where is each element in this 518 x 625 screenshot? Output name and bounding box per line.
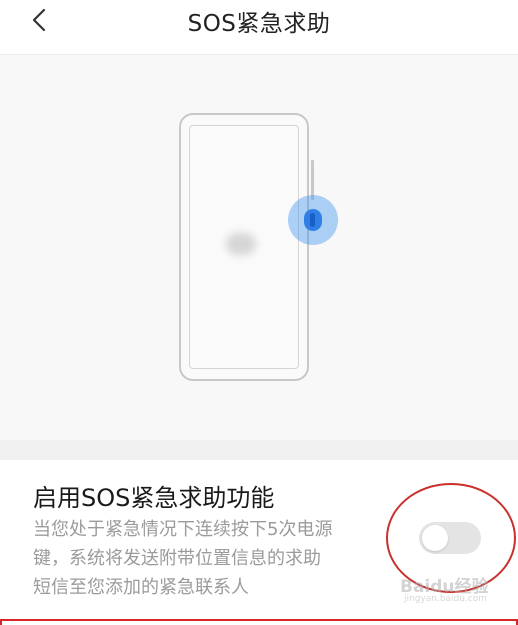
- page-title: SOS紧急求助: [187, 11, 331, 37]
- annotation-frame: [0, 619, 518, 625]
- setting-description-line: 键，系统将发送附带位置信息的求助: [33, 548, 321, 569]
- watermark-subtext: jingyan.baidu.com: [404, 594, 488, 604]
- sos-illustration: [0, 55, 518, 440]
- blurred-placeholder: [226, 233, 256, 255]
- press-point-core-icon: [310, 213, 315, 227]
- setting-description: 当您处于紧急情况下连续按下5次电源 键，系统将发送附带位置信息的求助 短信至您添…: [33, 515, 393, 602]
- setting-description-line: 短信至您添加的紧急联系人: [33, 577, 249, 598]
- setting-title: 启用SOS紧急求助功能: [33, 484, 275, 512]
- section-gap: [0, 440, 518, 460]
- power-key-icon: [311, 160, 314, 200]
- setting-description-line: 当您处于紧急情况下连续按下5次电源: [33, 519, 333, 540]
- baidu-watermark: Baidu经验 jingyan.baidu.com: [400, 572, 512, 612]
- sos-settings-screen: SOS紧急求助 启用SOS紧急求助功能 当您处于紧急情况下连续按下5次电源 键，…: [0, 0, 518, 625]
- header-bar: SOS紧急求助: [0, 0, 518, 46]
